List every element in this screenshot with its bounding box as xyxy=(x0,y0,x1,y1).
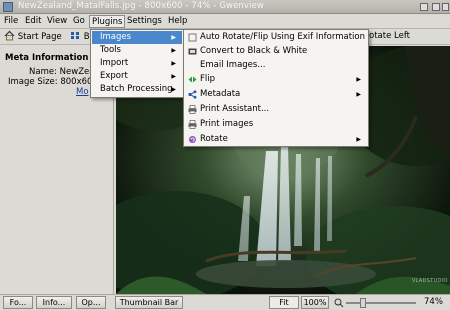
menu-item-label: Tools xyxy=(100,45,121,55)
size-row: Image Size: 800x60 xyxy=(8,77,92,87)
submenu-arrow-icon: ▶ xyxy=(171,34,176,41)
menu-item-label: Batch Processing xyxy=(100,84,173,94)
panel-title: Meta Information xyxy=(5,53,89,63)
watermark: VLADSTUDIO xyxy=(412,278,448,284)
metadata-icon xyxy=(188,90,197,99)
zoom-percent: 74% xyxy=(424,297,443,307)
images-submenu: Auto Rotate/Flip Using Exif Information … xyxy=(183,29,369,147)
menu-item-flip[interactable]: Flip ▶ xyxy=(185,73,367,86)
submenu-arrow-icon: ▶ xyxy=(356,91,361,98)
maximize-icon[interactable] xyxy=(432,3,440,11)
menu-edit[interactable]: Edit xyxy=(23,15,43,28)
title-bar: NewZealand_MatalFalls.jpg - 800x600 - 74… xyxy=(0,0,450,14)
start-page-label: Start Page xyxy=(17,32,62,42)
menu-help[interactable]: Help xyxy=(166,15,189,28)
menu-item-email-images[interactable]: Email Images... xyxy=(185,59,367,72)
menu-item-label: Images xyxy=(100,32,132,42)
submenu-arrow-icon: ▶ xyxy=(171,47,176,54)
menu-item-export[interactable]: Export ▶ xyxy=(92,70,182,83)
rotate-left-button[interactable]: otate Left xyxy=(369,30,410,44)
menu-item-label: Email Images... xyxy=(200,60,266,70)
menu-item-label: Rotate xyxy=(200,134,228,144)
thumbnail-bar-button[interactable]: Thumbnail Bar xyxy=(115,296,183,309)
menu-item-label: Print Assistant... xyxy=(200,104,270,114)
menu-item-print-assistant[interactable]: Print Assistant... xyxy=(185,103,367,116)
size-label: Image Size: xyxy=(8,77,58,87)
home-icon xyxy=(4,30,15,41)
folders-button[interactable]: Fo... xyxy=(3,296,33,309)
zoom-100-button[interactable]: 100% xyxy=(301,296,329,309)
menu-item-auto-rotate[interactable]: Auto Rotate/Flip Using Exif Information xyxy=(185,31,367,44)
window-title: NewZealand_MatalFalls.jpg - 800x600 - 74… xyxy=(18,1,264,11)
printer-icon xyxy=(188,105,197,114)
menu-item-rotate[interactable]: Rotate ▶ xyxy=(185,133,367,146)
app-icon xyxy=(3,2,13,12)
fit-button[interactable]: Fit xyxy=(269,296,299,309)
start-page-button[interactable]: Start Page xyxy=(4,30,62,44)
menu-bar: File Edit View Go Plugins Settings Help xyxy=(0,14,450,29)
menu-item-label: Convert to Black & White xyxy=(200,46,308,56)
thumbnails-icon xyxy=(71,32,79,39)
menu-plugins[interactable]: Plugins xyxy=(89,15,126,28)
rotate-icon xyxy=(189,136,196,143)
submenu-arrow-icon: ▶ xyxy=(171,86,176,93)
menu-item-label: Auto Rotate/Flip Using Exif Information xyxy=(200,32,365,42)
submenu-arrow-icon: ▶ xyxy=(171,73,176,80)
menu-item-print-images[interactable]: Print images xyxy=(185,118,367,131)
menu-item-label: Flip xyxy=(200,74,216,84)
name-row: Name: NewZea xyxy=(29,67,94,77)
auto-rotate-icon xyxy=(188,33,197,42)
printer-icon xyxy=(188,120,197,129)
plugins-menu: Images ▶ Tools ▶ Import ▶ Export ▶ Batch… xyxy=(90,29,184,98)
submenu-arrow-icon: ▶ xyxy=(171,60,176,67)
menu-item-import[interactable]: Import ▶ xyxy=(92,57,182,70)
zoom-out-icon[interactable] xyxy=(334,298,344,308)
black-white-icon xyxy=(188,48,197,55)
menu-item-label: Import xyxy=(100,58,129,68)
operations-button[interactable]: Op... xyxy=(76,296,106,309)
menu-file[interactable]: File xyxy=(2,15,20,28)
menu-item-metadata[interactable]: Metadata ▶ xyxy=(185,88,367,101)
menu-item-label: Metadata xyxy=(200,89,241,99)
menu-item-batch-processing[interactable]: Batch Processing ▶ xyxy=(92,83,182,96)
browse-label: B xyxy=(83,32,90,42)
menu-item-images[interactable]: Images ▶ xyxy=(92,31,182,44)
zoom-slider-thumb[interactable] xyxy=(360,298,366,308)
info-button[interactable]: Info... xyxy=(36,296,72,309)
flip-icon xyxy=(188,76,197,83)
name-label: Name: xyxy=(29,67,57,77)
size-value: 800x60 xyxy=(60,77,93,87)
submenu-arrow-icon: ▶ xyxy=(356,136,361,143)
browse-button[interactable]: B xyxy=(70,30,90,44)
zoom-slider[interactable] xyxy=(346,298,416,308)
menu-item-tools[interactable]: Tools ▶ xyxy=(92,44,182,57)
menu-item-label: Export xyxy=(100,71,128,81)
menu-item-label: Print images xyxy=(200,119,254,129)
menu-go[interactable]: Go xyxy=(71,15,87,28)
menu-view[interactable]: View xyxy=(45,15,69,28)
close-icon[interactable] xyxy=(442,3,449,11)
minimize-icon[interactable] xyxy=(420,3,428,11)
submenu-arrow-icon: ▶ xyxy=(356,76,361,83)
menu-item-black-white[interactable]: Convert to Black & White xyxy=(185,45,367,58)
menu-settings[interactable]: Settings xyxy=(125,15,164,28)
status-bar: Fo... Info... Op... Thumbnail Bar Fit 10… xyxy=(0,294,450,310)
more-link[interactable]: Mo xyxy=(76,87,89,97)
